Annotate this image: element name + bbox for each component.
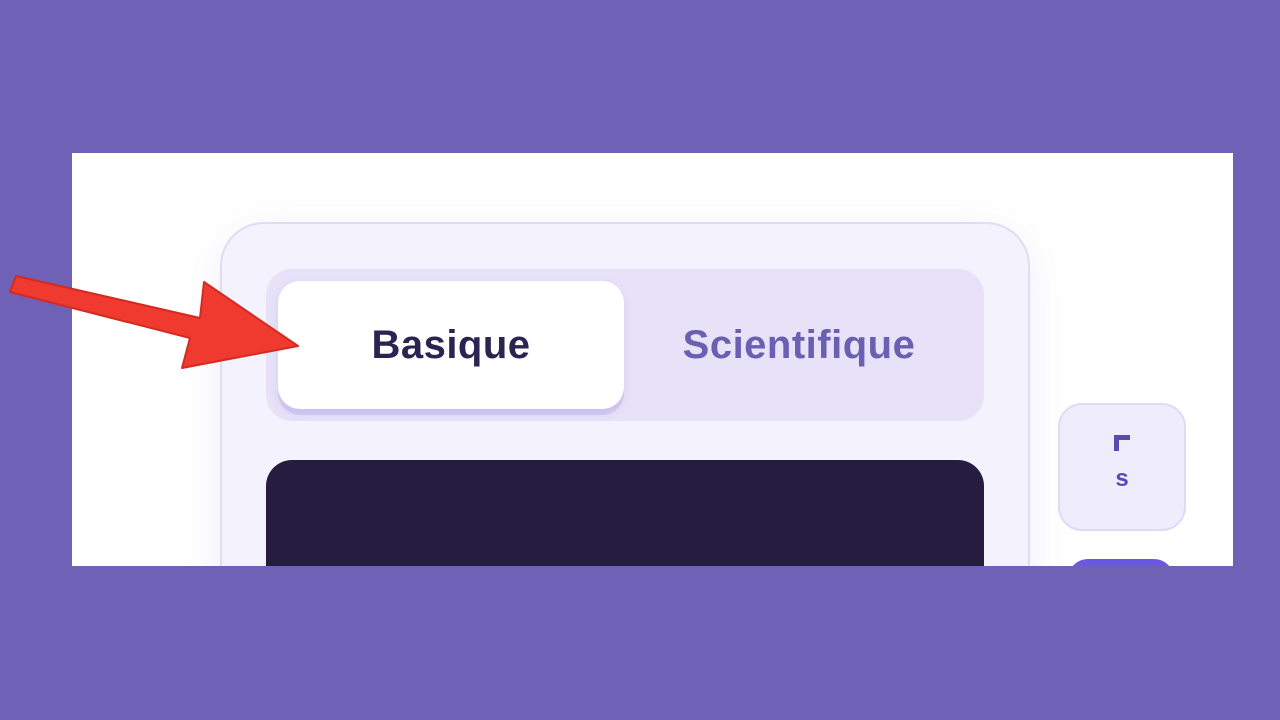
side-key-button-2[interactable] (1068, 559, 1174, 566)
calculator-screenshot: Basique Scientifique s (72, 153, 1233, 566)
tab-scientifique[interactable]: Scientifique (626, 281, 972, 409)
side-key-label: s (1115, 465, 1129, 492)
stage: Basique Scientifique s (0, 0, 1280, 720)
mode-tab-switcher: Basique Scientifique (266, 269, 984, 421)
calculator-display (266, 460, 984, 566)
side-key-button[interactable]: s (1058, 403, 1186, 531)
corner-bracket-icon (1114, 435, 1130, 451)
tab-basique[interactable]: Basique (278, 281, 624, 409)
calculator-card: Basique Scientifique (220, 222, 1030, 566)
